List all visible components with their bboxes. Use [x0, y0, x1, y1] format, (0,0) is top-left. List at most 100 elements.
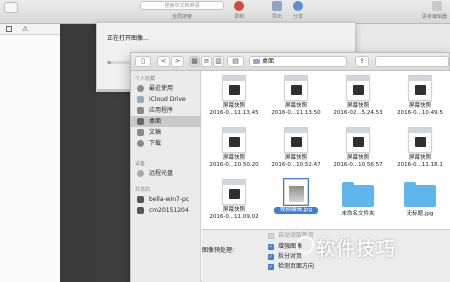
error-icon: ⚠	[22, 25, 29, 33]
file-item[interactable]: 屏幕快照 2016-0...11.13.50	[266, 75, 326, 123]
screenshot-thumbnail	[222, 179, 246, 205]
sidebar-item-downloads[interactable]: 下载	[131, 138, 201, 149]
sidebar-item-applications[interactable]: 应用程序	[131, 105, 201, 116]
download-icon	[137, 140, 144, 147]
file-item[interactable]: 屏幕快照 2016-0...10.50.20	[204, 127, 264, 175]
app-toolbar: 搜索中文档英语 全局搜索 录制 导出 分享 思考编辑器	[0, 0, 450, 24]
sidebar-item-icloud[interactable]: iCloud Drive	[131, 94, 201, 105]
file-item[interactable]: 屏幕快照 2016-0...11.13.45	[204, 75, 264, 123]
checkmark-icon: ✓	[268, 254, 274, 260]
computer-icon	[137, 207, 144, 214]
file-name: 屏幕快照	[284, 155, 307, 161]
disc-icon	[137, 170, 144, 177]
share-button[interactable]: ⇪	[355, 56, 369, 67]
file-date: 2016-0...11.09.02	[209, 214, 259, 220]
screenshot-thumbnail	[284, 75, 308, 101]
editor-label: 思考编辑器	[422, 14, 448, 20]
checkmark-icon: ✓	[268, 233, 274, 240]
list-view-button[interactable]: ≡	[201, 56, 212, 67]
sidebar-item-label: 应用程序	[149, 107, 174, 114]
screenshot-thumbnail	[408, 127, 432, 153]
share-icon[interactable]	[293, 1, 303, 11]
cloud-icon	[137, 96, 144, 103]
checkmark-icon: ✓	[268, 264, 274, 270]
file-item[interactable]: 屏幕快照 2016-0...10.52.47	[266, 127, 326, 175]
file-item[interactable]: 屏幕快照 2016-0...11.18.1	[390, 127, 450, 175]
desktop-icon	[137, 118, 144, 125]
record-icon[interactable]	[234, 1, 244, 11]
editor-icon[interactable]	[432, 1, 442, 11]
screenshot-thumbnail	[222, 75, 246, 101]
sidebar-item-label: cm20151204	[149, 207, 189, 214]
file-item[interactable]: 屏幕快照 2016-0...10.56.57	[328, 127, 388, 175]
location-label: 桌面	[262, 58, 275, 65]
page-thumbnails-pane	[60, 24, 96, 282]
screenshot-thumbnail	[346, 127, 370, 153]
sidebar-item-documents[interactable]: 文稿	[131, 127, 201, 138]
document-canvas	[96, 92, 130, 282]
detect-orientation-checkbox[interactable]: ✓ 检测页面方向	[268, 263, 314, 271]
file-name: 未命名文件夹	[341, 211, 375, 217]
file-name: 屏幕快照	[346, 103, 369, 109]
file-date: 2016-0...10.52.47	[271, 162, 321, 168]
location-select[interactable]: 桌面	[249, 56, 347, 67]
file-grid: 屏幕快照 2016-0...11.13.45 屏幕快照 2016-0...11.…	[202, 71, 450, 229]
sidebar-item-remote-disc[interactable]: 远程光盘	[131, 168, 201, 179]
sidebar-item-desktop[interactable]: 桌面	[131, 116, 201, 127]
search-input[interactable]: 搜索中文档英语	[140, 1, 224, 10]
sidebar-item-bella-pc[interactable]: bella-win7-pc	[131, 194, 201, 205]
watermark-text: 软件技巧	[316, 238, 397, 260]
clock-icon	[137, 85, 144, 92]
sidebar-item-label: iCloud Drive	[149, 96, 186, 103]
checkmark-icon: ✓	[268, 244, 274, 250]
panel-search-input[interactable]	[375, 56, 449, 67]
watermark-logo	[296, 236, 314, 254]
back-button[interactable]: <	[157, 56, 170, 67]
file-name: 屏幕快照	[222, 103, 245, 109]
forward-button[interactable]: >	[171, 56, 184, 67]
sidebar-toggle-button[interactable]: ▯	[135, 56, 151, 67]
computer-icon	[137, 196, 144, 203]
sidebar-item-label: 下载	[149, 140, 162, 147]
open-button[interactable]	[4, 2, 18, 13]
sidebar-item-label: 最近使用	[149, 85, 174, 92]
panel-toolbar: ▯ < > ▦ ≡ ▥ ▤ 桌面 ⇪	[131, 53, 449, 71]
icon-view-button[interactable]: ▦	[189, 56, 200, 67]
sidebar-item-cm20151204[interactable]: cm20151204	[131, 205, 201, 216]
checkbox-label: 拆分对页	[278, 253, 303, 260]
file-date: 2016-0...10.49.5	[397, 110, 443, 116]
gallery-view-button[interactable]: ▤	[227, 56, 244, 67]
column-view-button[interactable]: ▥	[213, 56, 224, 67]
sidebar-item-label: bella-win7-pc	[149, 196, 190, 203]
desktop-icon	[253, 59, 260, 64]
record-label: 录制	[234, 14, 245, 20]
export-icon[interactable]	[272, 1, 282, 11]
preprocess-label: 图像预处理:	[202, 247, 235, 254]
sidebar-item-label: 桌面	[149, 118, 162, 125]
file-name: 屏幕快照	[346, 155, 369, 161]
shared-title: 共享的	[135, 187, 151, 193]
split-pages-checkbox[interactable]: ✓ 拆分对页	[268, 253, 302, 261]
sidebar-item-recents[interactable]: 最近使用	[131, 83, 201, 94]
file-item[interactable]: 屏幕快照 2016-0...10.49.5	[390, 75, 450, 123]
devices-title: 设备	[135, 161, 146, 167]
screenshot-thumbnail	[222, 127, 246, 153]
checkbox-icon[interactable]	[6, 26, 12, 32]
file-name: 屏幕快照	[222, 155, 245, 161]
file-item[interactable]: 无标题.jpg	[390, 179, 450, 227]
file-item-selected[interactable]: 视频编辑.jpg	[266, 178, 326, 227]
file-date: 2016-0...10.56.57	[333, 162, 383, 168]
file-item[interactable]: 未命名文件夹	[328, 179, 388, 227]
image-thumbnail	[283, 178, 309, 206]
file-item[interactable]: 屏幕快照 2016-02...5.24.53	[328, 75, 388, 123]
document-icon	[137, 129, 144, 136]
screenshot-thumbnail	[346, 75, 370, 101]
checkbox-label: 检测页面方向	[278, 263, 315, 270]
list-header: ⚠	[0, 24, 60, 35]
favorites-title: 个人收藏	[135, 76, 156, 82]
screenshot-thumbnail	[408, 75, 432, 101]
search-label: 全局搜索	[172, 14, 193, 20]
file-item[interactable]: 屏幕快照 2016-0...11.09.02	[204, 179, 264, 227]
file-date: 2016-0...11.13.50	[271, 110, 321, 116]
share-label: 分享	[293, 14, 304, 20]
